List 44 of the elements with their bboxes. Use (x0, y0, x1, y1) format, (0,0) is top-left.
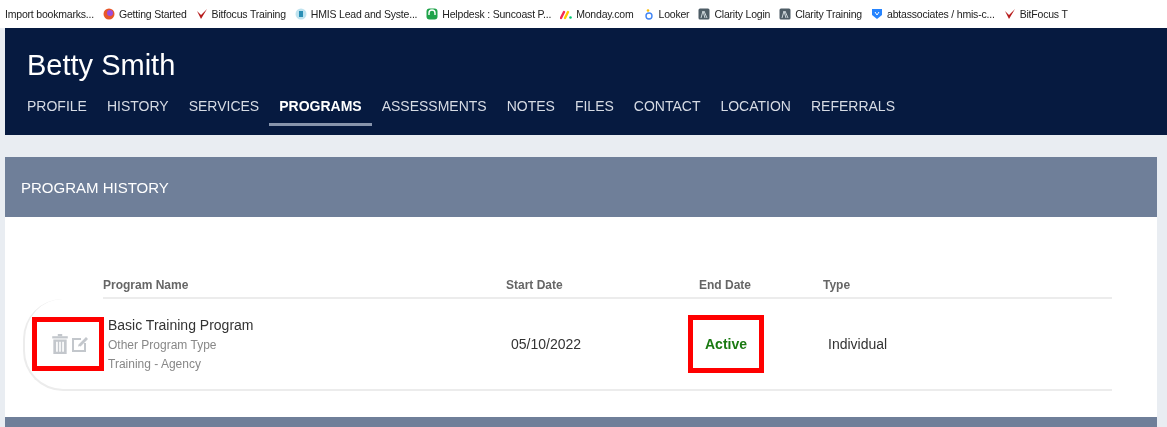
status-label: Active (688, 315, 765, 373)
column-header: Program Name (103, 278, 190, 292)
bookmark-link[interactable]: BitFocus T (1003, 8, 1068, 20)
nav-tab[interactable]: NOTES (496, 93, 565, 126)
tile-icon (779, 8, 792, 20)
nav-tab[interactable]: CONTACT (623, 93, 711, 126)
badge-icon (294, 8, 307, 20)
start-date: 05/10/2022 (511, 336, 583, 352)
ring-icon (642, 8, 655, 20)
column-header: Start Date (506, 278, 564, 292)
nav-tab[interactable]: SERVICES (178, 93, 270, 126)
nav-tab[interactable]: HISTORY (96, 93, 179, 126)
bookmark-link[interactable]: Bitfocus Training (195, 8, 286, 20)
shield-icon (871, 8, 883, 20)
client-name: Betty Smith (27, 48, 177, 82)
agency-name: Training - Agency (108, 357, 202, 371)
bookmark-link[interactable]: abtassociates / hmis-c... (871, 8, 995, 20)
nav-tab[interactable]: PROGRAMS (269, 93, 372, 126)
tile-icon (698, 8, 711, 20)
nav-tab[interactable]: REFERRALS (800, 93, 905, 126)
section-title: PROGRAM HISTORY (21, 178, 169, 196)
dots-icon (560, 8, 573, 20)
checkmark-icon (1003, 8, 1016, 20)
column-header: Type (823, 278, 852, 292)
nav-tab[interactable]: FILES (564, 93, 624, 126)
bookmark-link[interactable]: Helpdesk : Suncoast P... (426, 8, 552, 20)
program-type: Other Program Type (108, 338, 218, 352)
program-name: Basic Training Program (108, 317, 255, 333)
bookmark-link[interactable]: Monday.com (560, 8, 634, 20)
column-header: End Date (699, 278, 752, 292)
edit-icon[interactable] (71, 334, 89, 354)
trash-icon[interactable] (51, 334, 69, 354)
program-kind: Individual (828, 336, 889, 352)
nav-tab[interactable]: LOCATION (710, 93, 801, 126)
checkmark-icon (195, 8, 208, 20)
nav-tab[interactable]: PROFILE (17, 93, 97, 126)
bookmark-link[interactable]: Getting Started (103, 8, 187, 20)
headset-icon (426, 8, 439, 20)
bookmark-link[interactable]: Looker (642, 8, 690, 20)
bookmark-link[interactable]: HMIS Lead and Syste... (294, 8, 418, 20)
nav-tab[interactable]: ASSESSMENTS (371, 93, 497, 126)
bookmark-link[interactable]: Clarity Training (779, 8, 862, 20)
bookmark-link[interactable]: Import bookmarks... (5, 8, 94, 20)
bookmark-link[interactable]: Clarity Login (698, 8, 771, 20)
